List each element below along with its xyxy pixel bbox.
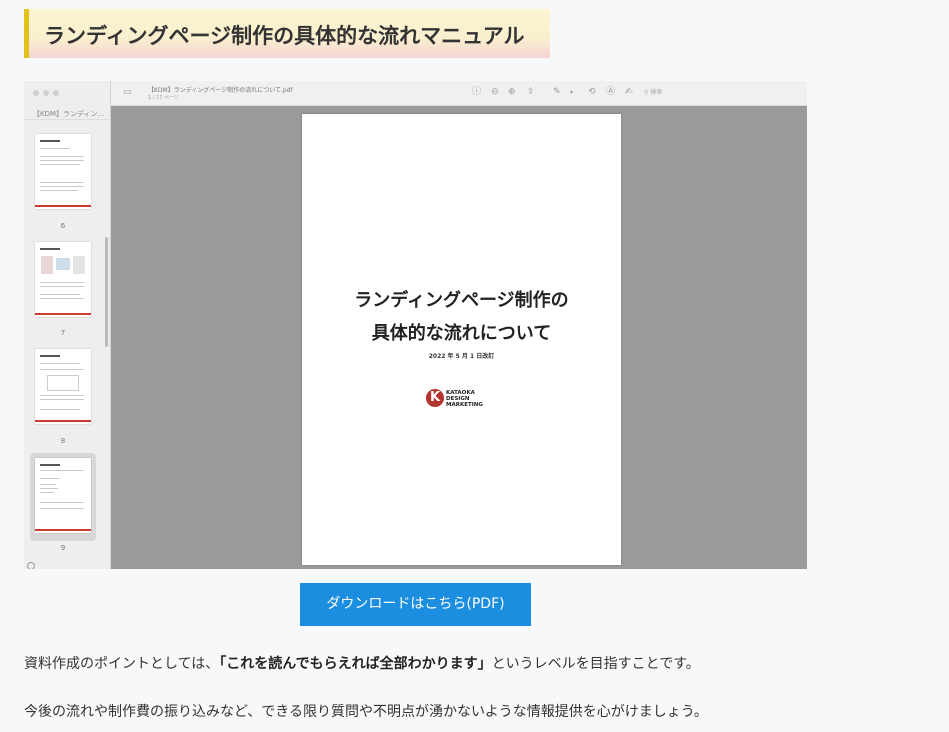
download-pdf-button[interactable]: ダウンロードはこちら(PDF) <box>300 583 531 626</box>
sidebar-toggle-icon <box>27 562 35 569</box>
sign-icon: ✍ <box>625 87 633 97</box>
share-icon: ⇪ <box>527 87 535 97</box>
search-placeholder: 検索 <box>650 89 663 96</box>
sidebar-icon: ▭ <box>123 87 132 97</box>
body-paragraph-1: 資料作成のポイントとしては、「これを読んでもらえれば全部わかります」というレベル… <box>24 656 700 672</box>
rotate-icon: ⟲ <box>588 87 596 97</box>
info-icon: ⓘ <box>472 87 482 97</box>
zoom-out-icon: ⊖ <box>491 87 499 97</box>
annotate-icon: Ⓐ <box>606 87 616 97</box>
section-heading-text: ランディングページ制作の具体的な流れマニュアル <box>44 24 525 48</box>
window-minimize-dot <box>43 90 49 96</box>
viewer-toolbar: ▭ 【KDM】ランディングページ制作の流れについて.pdf 1 / 17 ページ… <box>111 81 807 106</box>
sidebar-scrollbar <box>105 237 108 347</box>
viewer-search: ⚲ 検索 <box>644 87 694 98</box>
page-thumbnail-7 <box>35 242 91 317</box>
cover-date: 2022 年 5 月 1 日改訂 <box>428 353 495 360</box>
sidebar-divider <box>24 119 110 120</box>
pdf-cover-page: ランディングページ制作の 具体的な流れについて 2022 年 5 月 1 日改訂… <box>302 114 621 565</box>
markup-icon: ✎ <box>553 87 561 97</box>
thumbnail-number: 6 <box>60 222 66 230</box>
search-icon: ⚲ <box>644 89 649 96</box>
chevron-down-icon: ▾ <box>570 89 574 96</box>
zoom-in-icon: ⊕ <box>508 87 516 97</box>
body-paragraph-2: 今後の流れや制作費の振り込みなど、できる限り質問や不明点が湧かないような情報提供… <box>24 704 708 720</box>
thumbnail-sidebar: 【KDM】ランディン… 6 7 8 9 <box>24 81 111 569</box>
thumbnail-number: 9 <box>60 544 66 552</box>
document-page-count: 1 / 17 ページ <box>148 95 179 101</box>
cover-title-line1: ランディングページ制作の <box>354 290 569 311</box>
thumbnail-number: 7 <box>60 329 66 337</box>
page-thumbnail-8 <box>35 349 91 424</box>
emphasis-text: 「これを読んでもらえれば全部わかります」 <box>219 656 492 672</box>
logo-mark: K <box>426 389 444 407</box>
window-zoom-dot <box>53 90 59 96</box>
page-thumbnail-6 <box>35 134 91 209</box>
company-logo: K KATAOKA DESIGN MARKETING <box>426 388 496 410</box>
window-close-dot <box>33 90 39 96</box>
sidebar-title: 【KDM】ランディン… <box>33 110 105 118</box>
logo-text: KATAOKA DESIGN MARKETING <box>446 390 483 408</box>
thumbnail-number: 8 <box>60 437 66 445</box>
cover-title-line2: 具体的な流れについて <box>371 323 552 344</box>
section-heading: ランディングページ制作の具体的な流れマニュアル <box>24 9 550 58</box>
document-title: 【KDM】ランディングページ制作の流れについて.pdf <box>148 87 293 94</box>
page-thumbnail-9 <box>35 458 91 533</box>
pdf-viewer-screenshot: 【KDM】ランディン… 6 7 8 9 ▭ 【KDM】ランディングページ制作の流… <box>24 81 807 569</box>
